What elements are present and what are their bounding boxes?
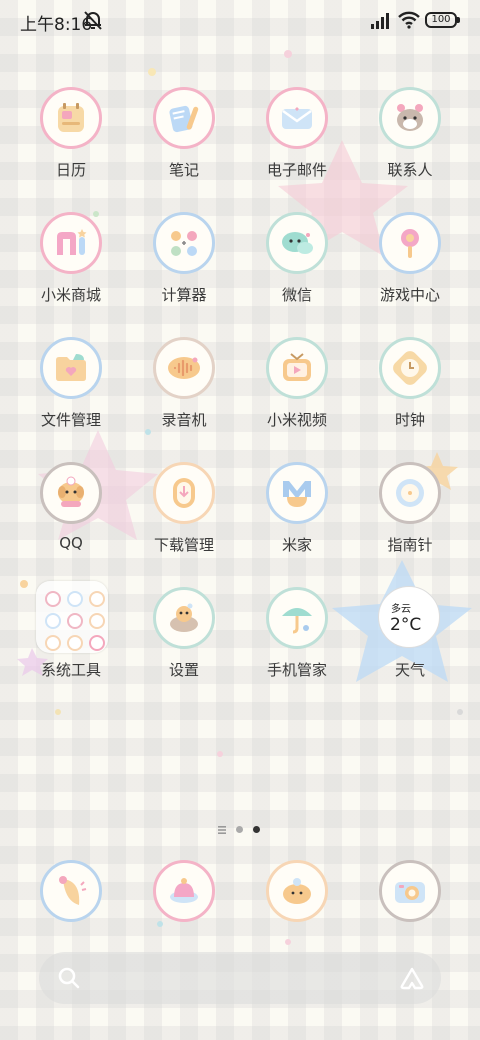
app-file-manager[interactable]: 文件管理 (15, 337, 127, 447)
app-label: 系统工具 (40, 661, 101, 679)
app-label: 录音机 (161, 411, 207, 429)
app-label: 米家 (281, 536, 312, 554)
app-label: 计算器 (161, 286, 207, 304)
mail-icon (266, 87, 328, 149)
app-label: 联系人 (387, 161, 433, 179)
app-label: 笔记 (168, 161, 199, 179)
app-download-manager[interactable]: 下载管理 (128, 462, 240, 572)
phone-dialer-icon (40, 860, 102, 922)
app-label: 游戏中心 (379, 286, 440, 304)
compass-icon (379, 462, 441, 524)
app-contacts[interactable]: 联系人 (354, 87, 466, 197)
assistant-icon[interactable] (399, 966, 425, 990)
silent-bell-icon (84, 11, 102, 30)
app-label: 指南针 (387, 536, 433, 554)
page-dot-active (253, 826, 260, 833)
app-label: 手机管家 (266, 661, 327, 679)
app-label: 时钟 (394, 411, 425, 429)
app-label: 小米视频 (266, 411, 327, 429)
app-mi-store[interactable]: 小米商城 (15, 212, 127, 322)
app-email[interactable]: 电子邮件 (241, 87, 353, 197)
search-bar[interactable] (39, 952, 441, 1004)
app-mi-video[interactable]: 小米视频 (241, 337, 353, 447)
app-calculator[interactable]: 计算器 (128, 212, 240, 322)
calculator-icon (153, 212, 215, 274)
app-label: 天气 (394, 661, 425, 679)
clock-icon (379, 337, 441, 399)
status-bar: 上午8:16 100 (0, 0, 480, 40)
game-center-icon (379, 212, 441, 274)
feed-page-icon (218, 826, 226, 834)
download-manager-icon (153, 462, 215, 524)
page-indicator[interactable] (218, 825, 262, 835)
app-label: 下载管理 (153, 536, 214, 554)
app-notes[interactable]: 笔记 (128, 87, 240, 197)
app-label: QQ (59, 534, 83, 552)
mi-store-icon (40, 212, 102, 274)
battery-icon: 100 (425, 12, 460, 28)
app-clock[interactable]: 时钟 (354, 337, 466, 447)
app-compass[interactable]: 指南针 (354, 462, 466, 572)
contacts-icon (379, 87, 441, 149)
phone-manager-icon (266, 587, 328, 649)
video-icon (266, 337, 328, 399)
settings-icon (153, 587, 215, 649)
signal-icon (371, 13, 389, 29)
app-recorder[interactable]: 录音机 (128, 337, 240, 447)
file-manager-icon (40, 337, 102, 399)
app-mi-home[interactable]: 米家 (241, 462, 353, 572)
app-system-tools[interactable]: 系统工具 (15, 587, 127, 697)
mi-home-icon (266, 462, 328, 524)
app-calendar[interactable]: 日历 (15, 87, 127, 197)
page-dot (236, 826, 243, 833)
app-weather[interactable]: 天气 (354, 587, 466, 697)
app-label: 微信 (281, 286, 312, 304)
wechat-icon (266, 212, 328, 274)
app-qq[interactable]: QQ (15, 462, 127, 572)
app-label: 电子邮件 (266, 161, 327, 179)
qq-icon (40, 462, 102, 524)
app-label: 小米商城 (40, 286, 101, 304)
app-game-center[interactable]: 游戏中心 (354, 212, 466, 322)
calendar-icon (40, 87, 102, 149)
app-settings[interactable]: 设置 (128, 587, 240, 697)
messages-icon (153, 860, 215, 922)
app-label: 文件管理 (40, 411, 101, 429)
app-phone-manager[interactable]: 手机管家 (241, 587, 353, 697)
wifi-icon (398, 11, 420, 29)
camera-icon (379, 860, 441, 922)
recorder-icon (153, 337, 215, 399)
app-label: 设置 (168, 661, 199, 679)
browser-icon (266, 860, 328, 922)
notes-icon (153, 87, 215, 149)
app-label: 日历 (55, 161, 86, 179)
search-icon (58, 967, 80, 989)
app-wechat[interactable]: 微信 (241, 212, 353, 322)
